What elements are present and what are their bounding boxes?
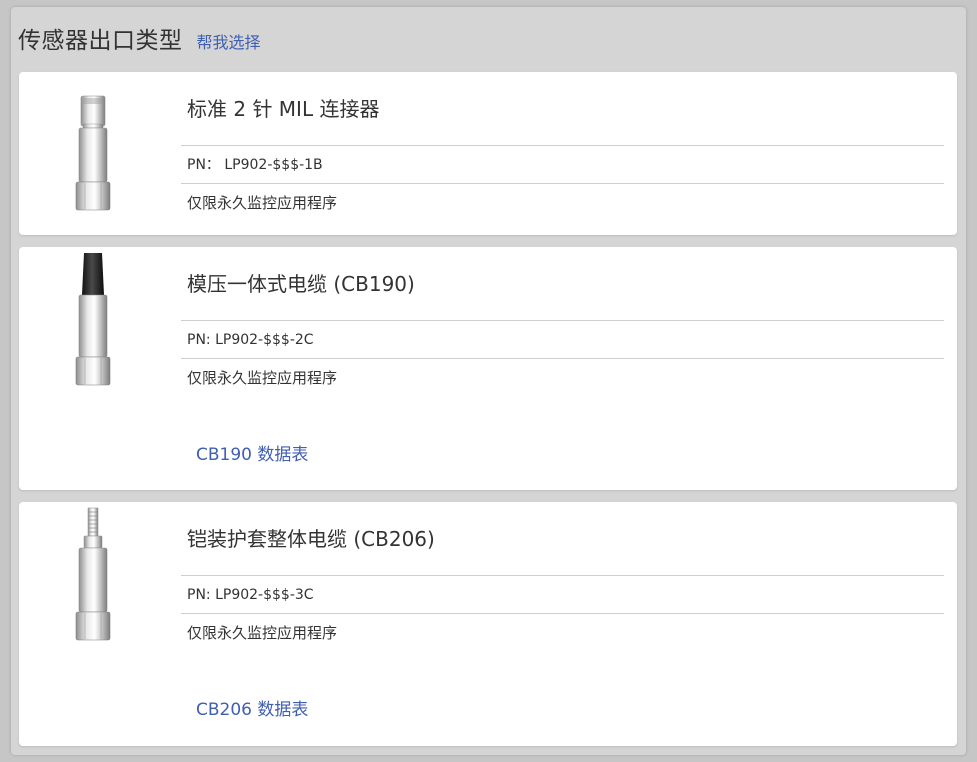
cb206-datasheet-link[interactable]: CB206 数据表 (196, 695, 308, 720)
output-type-panel: 传感器出口类型 帮我选择 标准 2 针 MIL 连接器 PN： LP902-$$… (11, 7, 966, 755)
part-number: PN: LP902-$$$-2C (181, 321, 944, 359)
mil-connector-sensor-icon (75, 95, 111, 211)
help-me-choose-link[interactable]: 帮我选择 (197, 29, 261, 53)
page-title: 传感器出口类型 (18, 28, 183, 54)
armored-cable-sensor-icon (75, 507, 111, 641)
usage-note: 仅限永久监控应用程序 (187, 624, 338, 642)
usage-note: 仅限永久监控应用程序 (187, 369, 338, 387)
usage-note: 仅限永久监控应用程序 (187, 194, 338, 212)
card-title: 铠装护套整体电缆 (CB206) (181, 502, 944, 576)
part-number: PN: LP902-$$$-3C (181, 576, 944, 614)
panel-header: 传感器出口类型 帮我选择 (18, 21, 261, 55)
card-info: 铠装护套整体电缆 (CB206) PN: LP902-$$$-3C 仅限永久监控… (181, 502, 944, 652)
cb190-datasheet-link[interactable]: CB190 数据表 (196, 440, 308, 465)
card-title: 标准 2 针 MIL 连接器 (181, 72, 944, 146)
option-card-cb190[interactable]: 模压一体式电缆 (CB190) PN: LP902-$$$-2C 仅限永久监控应… (19, 247, 957, 490)
card-title: 模压一体式电缆 (CB190) (181, 247, 944, 321)
option-card-cb206[interactable]: 铠装护套整体电缆 (CB206) PN: LP902-$$$-3C 仅限永久监控… (19, 502, 957, 746)
part-number: PN： LP902-$$$-1B (181, 146, 944, 184)
option-card-mil-connector[interactable]: 标准 2 针 MIL 连接器 PN： LP902-$$$-1B 仅限永久监控应用… (19, 72, 957, 235)
molded-cable-sensor-icon (75, 253, 111, 386)
card-info: 标准 2 针 MIL 连接器 PN： LP902-$$$-1B 仅限永久监控应用… (181, 72, 944, 222)
card-info: 模压一体式电缆 (CB190) PN: LP902-$$$-2C 仅限永久监控应… (181, 247, 944, 397)
